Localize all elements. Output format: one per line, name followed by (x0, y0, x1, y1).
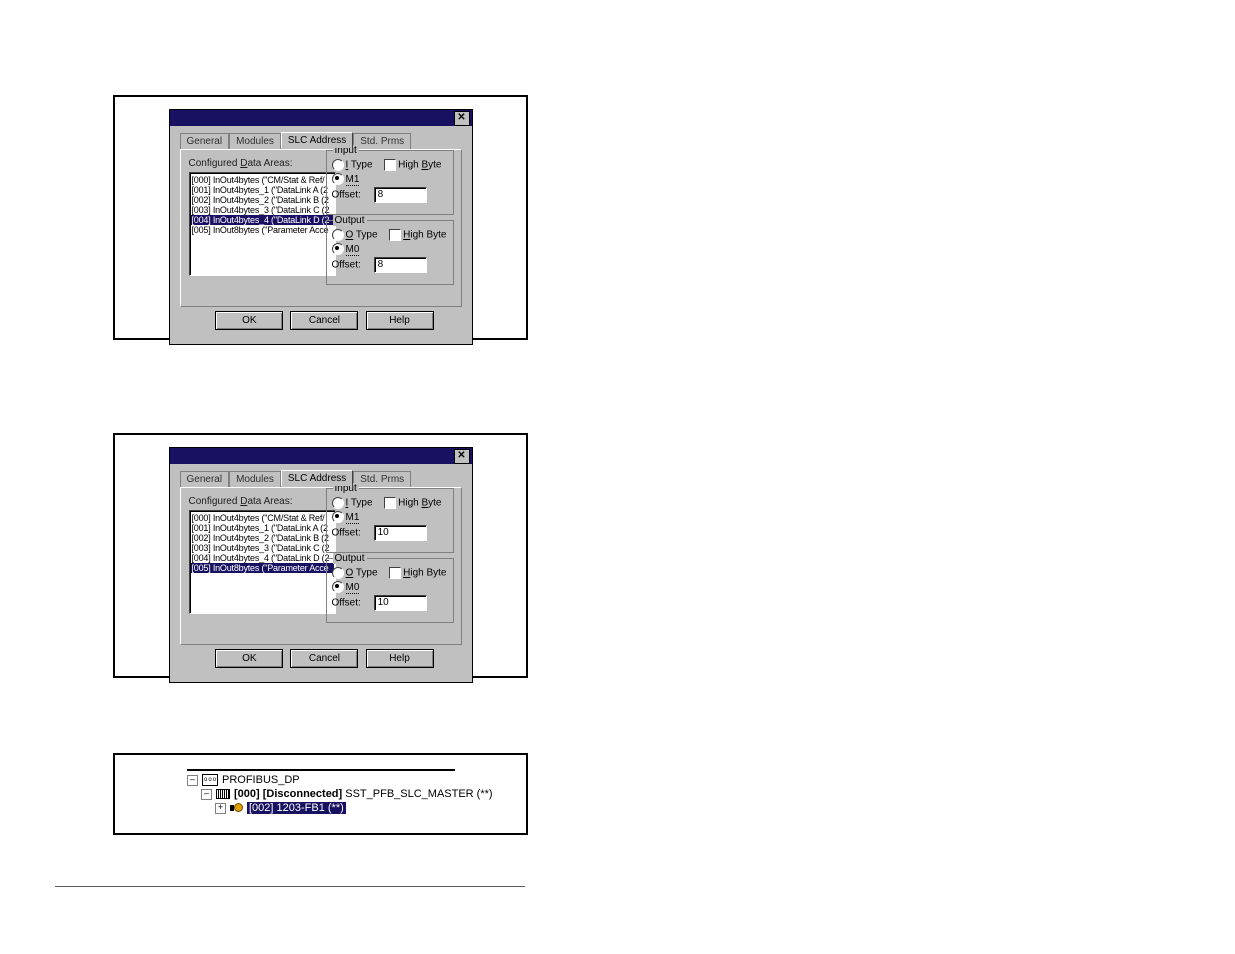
tree-node-scanner[interactable]: –[000] [Disconnected] SST_PFB_SLC_MASTER… (201, 787, 526, 801)
label-input-offset: Offset: (332, 190, 361, 201)
radio-o-type[interactable] (332, 229, 344, 241)
figure-dialog-1: ✕ GeneralModulesSLC AddressStd. PrmsDiag… (113, 95, 528, 340)
list-item[interactable]: [003] InOut4bytes_3 ("DataLink C (2 (191, 205, 334, 215)
data-areas-listbox[interactable]: [000] InOut4bytes ("CM/Stat & Ref/[001] … (189, 172, 336, 276)
device-icon (230, 803, 243, 813)
check-input-high-byte[interactable] (384, 159, 396, 171)
group-title-output: Output (333, 215, 367, 226)
tab-modules[interactable]: Modules (229, 133, 281, 149)
list-item[interactable]: [004] InOut4bytes_4 ("DataLink D (2 (191, 553, 334, 563)
label-output-offset: Offset: (332, 598, 361, 609)
tab-slc-address[interactable]: SLC Address (281, 470, 353, 486)
dialog-window: ✕ GeneralModulesSLC AddressStd. PrmsDiag… (169, 447, 473, 683)
check-output-high-byte[interactable] (389, 567, 401, 579)
output-offset-field[interactable]: 8 (374, 257, 427, 273)
label-input-offset: Offset: (332, 528, 361, 539)
radio-m1[interactable] (332, 173, 344, 185)
list-item[interactable]: [004] InOut4bytes_4 ("DataLink D (2 (191, 215, 334, 225)
label-output-offset: Offset: (332, 260, 361, 271)
input-offset-field[interactable]: 8 (374, 187, 427, 203)
cancel-button[interactable]: Cancel (290, 311, 358, 330)
cancel-button[interactable]: Cancel (290, 649, 358, 668)
close-icon[interactable]: ✕ (454, 449, 470, 464)
scanner-icon (216, 789, 230, 799)
title-bar: ✕ (170, 110, 472, 126)
radio-o-type[interactable] (332, 567, 344, 579)
title-bar: ✕ (170, 448, 472, 464)
expand-icon[interactable]: + (215, 803, 226, 814)
tree-node-device[interactable]: +[002] 1203-FB1 (**) (215, 801, 526, 815)
expand-icon[interactable]: – (187, 775, 198, 786)
input-group: Input I Type High Byte M1 Offset: 8 (326, 150, 454, 215)
dialog-window: ✕ GeneralModulesSLC AddressStd. PrmsDiag… (169, 109, 473, 345)
tab-strip: GeneralModulesSLC AddressStd. PrmsDiagno… (180, 132, 462, 149)
list-item[interactable]: [002] InOut4bytes_2 ("DataLink B (2 (191, 195, 334, 205)
input-offset-field[interactable]: 10 (374, 525, 427, 541)
input-group: Input I Type High Byte M1 Offset: 10 (326, 488, 454, 553)
list-item[interactable]: [000] InOut4bytes ("CM/Stat & Ref/ (191, 513, 334, 523)
list-item[interactable]: [000] InOut4bytes ("CM/Stat & Ref/ (191, 175, 334, 185)
tab-std-prms[interactable]: Std. Prms (353, 471, 411, 487)
bus-icon (202, 774, 218, 786)
list-item[interactable]: [001] InOut4bytes_1 ("DataLink A (2 (191, 523, 334, 533)
close-icon[interactable]: ✕ (454, 111, 470, 126)
expand-icon[interactable]: – (201, 789, 212, 800)
figure-dialog-2: ✕ GeneralModulesSLC AddressStd. PrmsDiag… (113, 433, 528, 678)
list-item[interactable]: [005] InOut8bytes ("Parameter Acce (191, 225, 334, 235)
tab-modules[interactable]: Modules (229, 471, 281, 487)
device-tree: –PROFIBUS_DP –[000] [Disconnected] SST_P… (187, 769, 526, 815)
list-item[interactable]: [001] InOut4bytes_1 ("DataLink A (2 (191, 185, 334, 195)
tab-general[interactable]: General (180, 471, 230, 487)
ok-button[interactable]: OK (215, 311, 283, 330)
data-areas-listbox[interactable]: [000] InOut4bytes ("CM/Stat & Ref/[001] … (189, 510, 336, 614)
check-output-high-byte[interactable] (389, 229, 401, 241)
radio-m0[interactable] (332, 243, 344, 255)
output-offset-field[interactable]: 10 (374, 595, 427, 611)
list-item[interactable]: [002] InOut4bytes_2 ("DataLink B (2 (191, 533, 334, 543)
tab-slc-address[interactable]: SLC Address (281, 132, 353, 148)
output-group: Output O Type High Byte M0 Offset: 8 (326, 220, 454, 285)
tab-strip: GeneralModulesSLC AddressStd. PrmsDiagno… (180, 470, 462, 487)
check-input-high-byte[interactable] (384, 497, 396, 509)
list-item[interactable]: [003] InOut4bytes_3 ("DataLink C (2 (191, 543, 334, 553)
help-button[interactable]: Help (366, 311, 434, 330)
figure-tree: –PROFIBUS_DP –[000] [Disconnected] SST_P… (113, 753, 528, 835)
tab-body: Configured Data Areas: [000] InOut4bytes… (180, 149, 462, 307)
list-item[interactable]: [005] InOut8bytes ("Parameter Acce (191, 563, 334, 573)
tab-body: Configured Data Areas: [000] InOut4bytes… (180, 487, 462, 645)
help-button[interactable]: Help (366, 649, 434, 668)
tab-general[interactable]: General (180, 133, 230, 149)
horizontal-rule (55, 886, 525, 888)
tree-node-root[interactable]: –PROFIBUS_DP (187, 773, 526, 787)
radio-m0[interactable] (332, 581, 344, 593)
radio-m1[interactable] (332, 511, 344, 523)
radio-i-type[interactable] (332, 497, 344, 509)
output-group: Output O Type High Byte M0 Offset: 10 (326, 558, 454, 623)
ok-button[interactable]: OK (215, 649, 283, 668)
tab-std-prms[interactable]: Std. Prms (353, 133, 411, 149)
group-title-output: Output (333, 553, 367, 564)
radio-i-type[interactable] (332, 159, 344, 171)
